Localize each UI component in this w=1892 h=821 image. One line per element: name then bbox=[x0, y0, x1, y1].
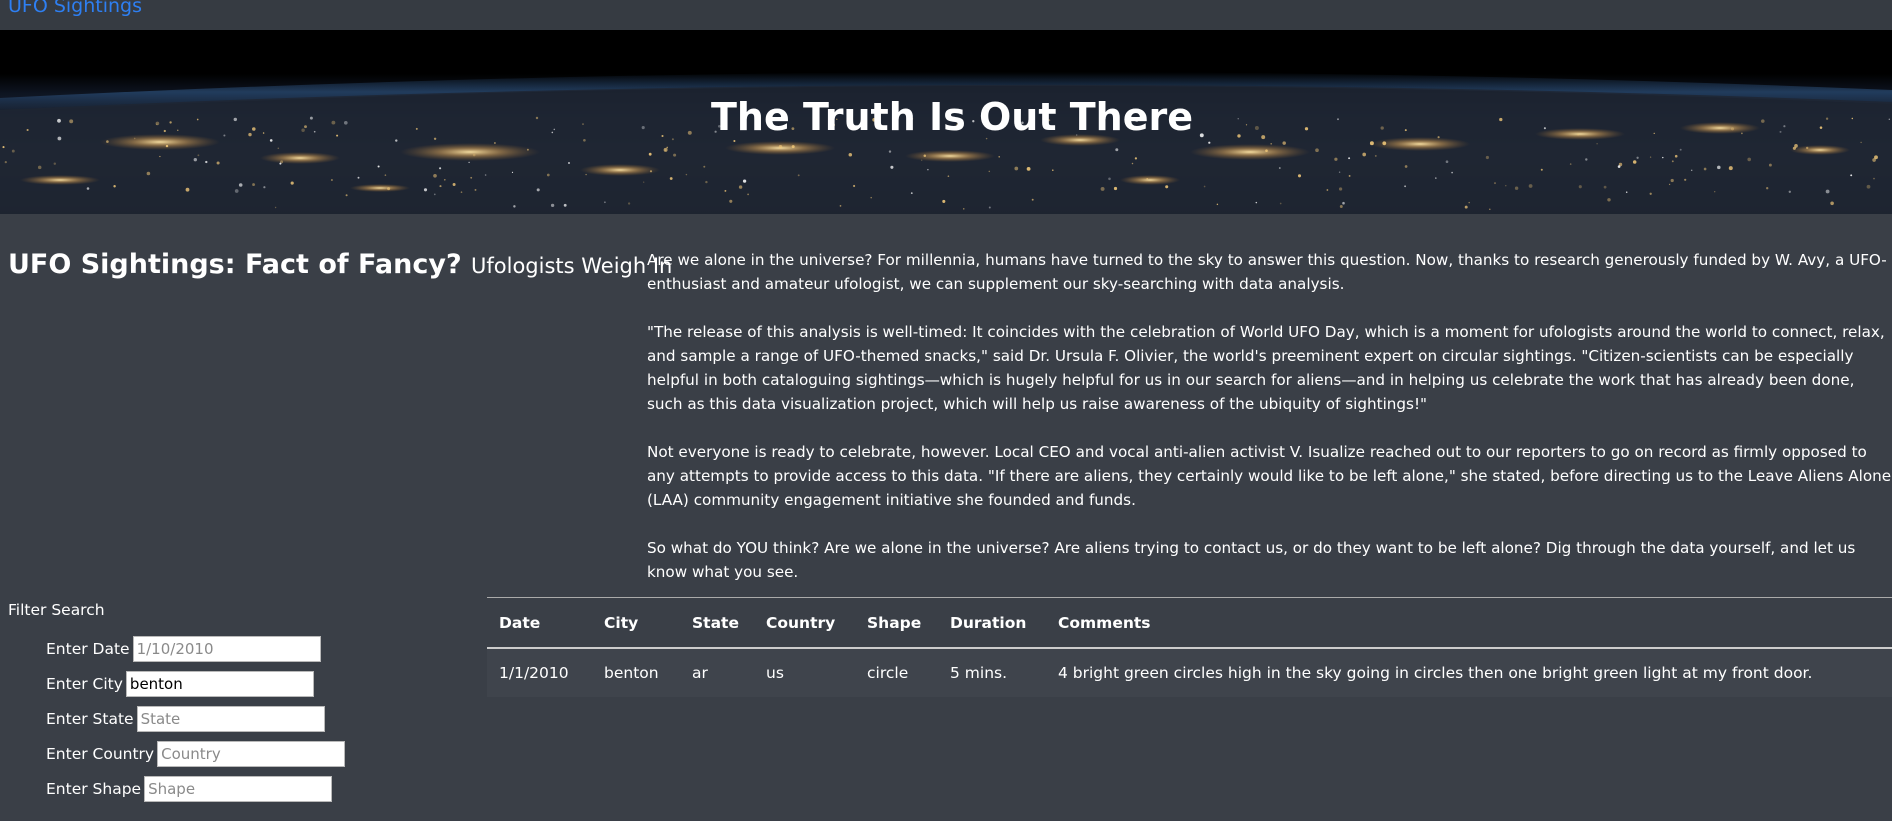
country-label: Enter Country bbox=[46, 744, 155, 763]
cell-country: us bbox=[754, 648, 855, 697]
cell-comments: 4 bright green circles high in the sky g… bbox=[1046, 648, 1892, 697]
sightings-table: Date City State Country Shape Duration C… bbox=[487, 597, 1892, 697]
table-row: 1/1/2010 benton ar us circle 5 mins. 4 b… bbox=[487, 648, 1892, 697]
column-header-comments: Comments bbox=[1046, 597, 1892, 649]
filter-item-city: Enter City bbox=[46, 666, 478, 701]
filter-title: Filter Search bbox=[8, 601, 105, 619]
city-label: Enter City bbox=[46, 674, 123, 693]
state-label: Enter State bbox=[46, 709, 134, 728]
table-header-row: Date City State Country Shape Duration C… bbox=[487, 597, 1892, 649]
article-paragraph: Are we alone in the universe? For millen… bbox=[647, 251, 1887, 293]
country-input[interactable] bbox=[157, 740, 346, 767]
date-input[interactable] bbox=[132, 635, 321, 662]
article-paragraph: Not everyone is ready to celebrate, howe… bbox=[647, 443, 1892, 509]
cell-state: ar bbox=[680, 648, 754, 697]
filter-list: Enter Date Enter City Enter State Enter … bbox=[8, 631, 478, 806]
state-input[interactable] bbox=[136, 705, 325, 732]
sightings-table-container: Date City State Country Shape Duration C… bbox=[487, 597, 1892, 697]
filter-panel: Filter Search Enter Date Enter City Ente… bbox=[8, 599, 478, 806]
column-header-city: City bbox=[592, 597, 680, 649]
filter-item-date: Enter Date bbox=[46, 631, 478, 666]
column-header-date: Date bbox=[487, 597, 592, 649]
filter-item-country: Enter Country bbox=[46, 736, 478, 771]
brand-link[interactable]: UFO Sightings bbox=[8, 0, 142, 18]
heading-title: UFO Sightings: Fact of Fancy? bbox=[8, 249, 462, 280]
hero-title: The Truth Is Out There bbox=[711, 95, 1193, 139]
article-paragraph: So what do YOU think? Are we alone in th… bbox=[647, 539, 1856, 581]
article-text: Are we alone in the universe? For millen… bbox=[647, 248, 1892, 608]
article-paragraph: "The release of this analysis is well-ti… bbox=[647, 323, 1885, 413]
column-header-shape: Shape bbox=[855, 597, 938, 649]
navbar: UFO Sightings bbox=[0, 0, 1892, 30]
heading-subtitle: Ufologists Weigh In bbox=[471, 254, 673, 278]
column-header-duration: Duration bbox=[938, 597, 1046, 649]
hero-banner: The Truth Is Out There bbox=[0, 30, 1892, 214]
cell-shape: circle bbox=[855, 648, 938, 697]
cell-date: 1/1/2010 bbox=[487, 648, 592, 697]
page-heading: UFO Sightings: Fact of Fancy? Ufologists… bbox=[8, 248, 672, 283]
date-label: Enter Date bbox=[46, 639, 130, 658]
cell-duration: 5 mins. bbox=[938, 648, 1046, 697]
cell-city: benton bbox=[592, 648, 680, 697]
filter-item-shape: Enter Shape bbox=[46, 771, 478, 806]
column-header-state: State bbox=[680, 597, 754, 649]
shape-label: Enter Shape bbox=[46, 779, 142, 798]
city-input[interactable] bbox=[125, 670, 314, 697]
column-header-country: Country bbox=[754, 597, 855, 649]
shape-input[interactable] bbox=[144, 775, 333, 802]
filter-item-state: Enter State bbox=[46, 701, 478, 736]
